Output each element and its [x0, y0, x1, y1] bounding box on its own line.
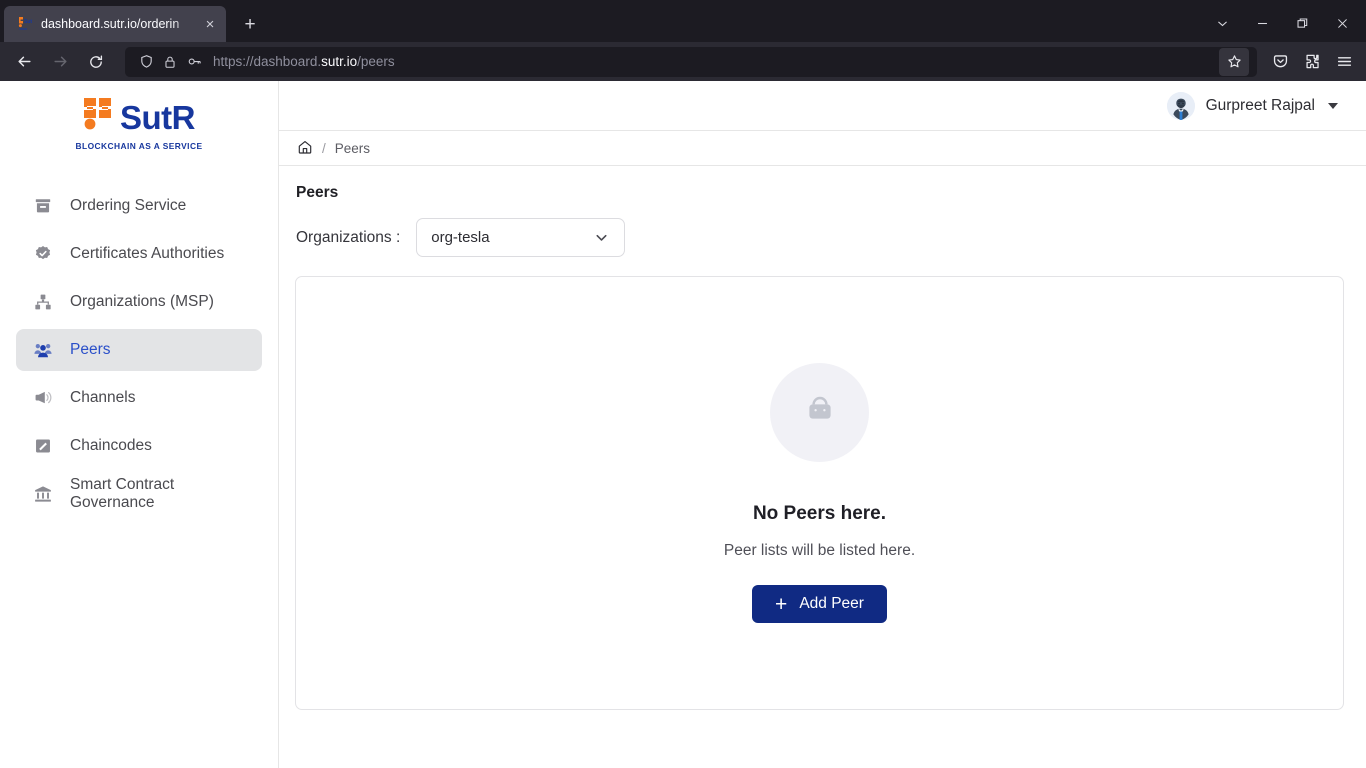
pocket-icon[interactable]: [1265, 48, 1295, 76]
tab-title: dashboard.sutr.io/orderin: [41, 17, 180, 31]
sidebar-item-certificates-authorities[interactable]: Certificates Authorities: [16, 233, 262, 275]
new-tab-button[interactable]: +: [234, 8, 266, 40]
logo-text: SutR: [120, 98, 196, 136]
window-controls: [1202, 6, 1362, 42]
logo-tagline: BLOCKCHAIN AS A SERVICE: [75, 141, 203, 151]
tab-strip: SutR dashboard.sutr.io/orderin × +: [0, 0, 1366, 42]
lock-icon: [159, 51, 181, 73]
organizations-filter: Organizations : org-tesla: [295, 218, 1344, 257]
sidebar-item-label: Smart Contract Governance: [70, 476, 175, 511]
sidebar-item-label: Channels: [70, 389, 136, 406]
sutr-logo-mark: [83, 97, 113, 137]
address-bar[interactable]: https://dashboard.sutr.io/peers: [125, 46, 1257, 77]
empty-state-illustration: [770, 363, 869, 462]
tag-icon: [32, 437, 54, 455]
sidebar-item-label: Chaincodes: [70, 437, 152, 454]
sutr-favicon: SutR: [16, 16, 36, 32]
breadcrumb: / Peers: [279, 131, 1366, 166]
sidebar-item-label: Certificates Authorities: [70, 245, 225, 262]
key-icon[interactable]: [183, 51, 205, 73]
sidebar-item-label: Organizations (MSP): [70, 293, 214, 310]
url-host: sutr.io: [321, 54, 358, 69]
svg-text:SutR: SutR: [24, 19, 32, 25]
browser-toolbar: https://dashboard.sutr.io/peers: [0, 42, 1366, 81]
reload-icon[interactable]: [79, 47, 113, 77]
sidebar-item-channels[interactable]: Channels: [16, 377, 262, 419]
main-panel: Peers Organizations : org-tesla No Peers…: [279, 166, 1366, 768]
maximize-icon[interactable]: [1282, 7, 1322, 39]
extensions-icon[interactable]: [1297, 48, 1327, 76]
hamburger-icon[interactable]: [1329, 48, 1359, 76]
sidebar-item-chaincodes[interactable]: Chaincodes: [16, 425, 262, 467]
back-arrow-icon[interactable]: [7, 47, 41, 77]
user-name: Gurpreet Rajpal: [1205, 96, 1315, 114]
shield-icon: [135, 51, 157, 73]
people-icon: [32, 341, 54, 359]
sidebar: SutR BLOCKCHAIN AS A SERVICE Ordering Se…: [0, 81, 279, 768]
minimize-icon[interactable]: [1242, 7, 1282, 39]
breadcrumb-current: Peers: [334, 140, 371, 156]
content-area: Gurpreet Rajpal / Peers Peers Organizati: [279, 81, 1366, 768]
sidebar-item-label: Ordering Service: [70, 197, 187, 214]
home-icon[interactable]: [297, 139, 313, 158]
close-icon[interactable]: ×: [200, 14, 220, 34]
peers-empty-card: No Peers here. Peer lists will be listed…: [295, 276, 1344, 710]
add-peer-label: Add Peer: [799, 595, 864, 612]
organizations-selected-value: org-tesla: [431, 229, 490, 246]
sitemap-icon: [32, 293, 54, 311]
browser-tab[interactable]: SutR dashboard.sutr.io/orderin ×: [4, 6, 226, 42]
chevron-down-icon: [593, 229, 610, 246]
plus-icon: +: [775, 592, 788, 616]
sidebar-item-label: Peers: [70, 341, 111, 358]
chevron-down-icon[interactable]: [1328, 102, 1338, 109]
app-logo[interactable]: SutR BLOCKCHAIN AS A SERVICE: [0, 81, 278, 159]
star-icon[interactable]: [1219, 47, 1249, 76]
sidebar-item-organizations-msp[interactable]: Organizations (MSP): [16, 281, 262, 323]
sidebar-item-ordering-service[interactable]: Ordering Service: [16, 185, 262, 227]
sidebar-item-peers[interactable]: Peers: [16, 329, 262, 371]
top-bar: Gurpreet Rajpal: [279, 81, 1366, 131]
user-avatar: [1166, 91, 1195, 120]
empty-state-title: No Peers here.: [752, 503, 887, 524]
url-text[interactable]: https://dashboard.sutr.io/peers: [207, 54, 1217, 69]
bank-icon: [32, 485, 54, 503]
url-path: /peers: [357, 54, 395, 69]
page-title: Peers: [296, 184, 339, 201]
browser-window: SutR dashboard.sutr.io/orderin × +: [0, 0, 1366, 768]
breadcrumb-separator: /: [322, 140, 326, 156]
user-menu[interactable]: Gurpreet Rajpal: [1166, 91, 1338, 120]
shopping-bag-icon: [800, 390, 840, 435]
megaphone-icon: [32, 389, 54, 407]
url-prefix: https://dashboard.: [213, 54, 322, 69]
web-page: SutR BLOCKCHAIN AS A SERVICE Ordering Se…: [0, 81, 1366, 768]
add-peer-button[interactable]: + Add Peer: [752, 585, 887, 623]
close-window-icon[interactable]: [1322, 7, 1362, 39]
empty-state-subtitle: Peer lists will be listed here.: [723, 542, 916, 559]
forward-arrow-icon[interactable]: [43, 47, 77, 77]
sidebar-nav: Ordering Service Certificates Authoritie…: [0, 185, 278, 521]
organizations-select[interactable]: org-tesla: [416, 218, 626, 257]
sidebar-item-smart-contract-governance[interactable]: Smart Contract Governance: [16, 473, 262, 515]
tab-list-chevron-icon[interactable]: [1202, 7, 1242, 39]
organizations-label: Organizations :: [296, 228, 401, 246]
archive-icon: [32, 197, 54, 215]
verified-badge-icon: [32, 245, 54, 263]
